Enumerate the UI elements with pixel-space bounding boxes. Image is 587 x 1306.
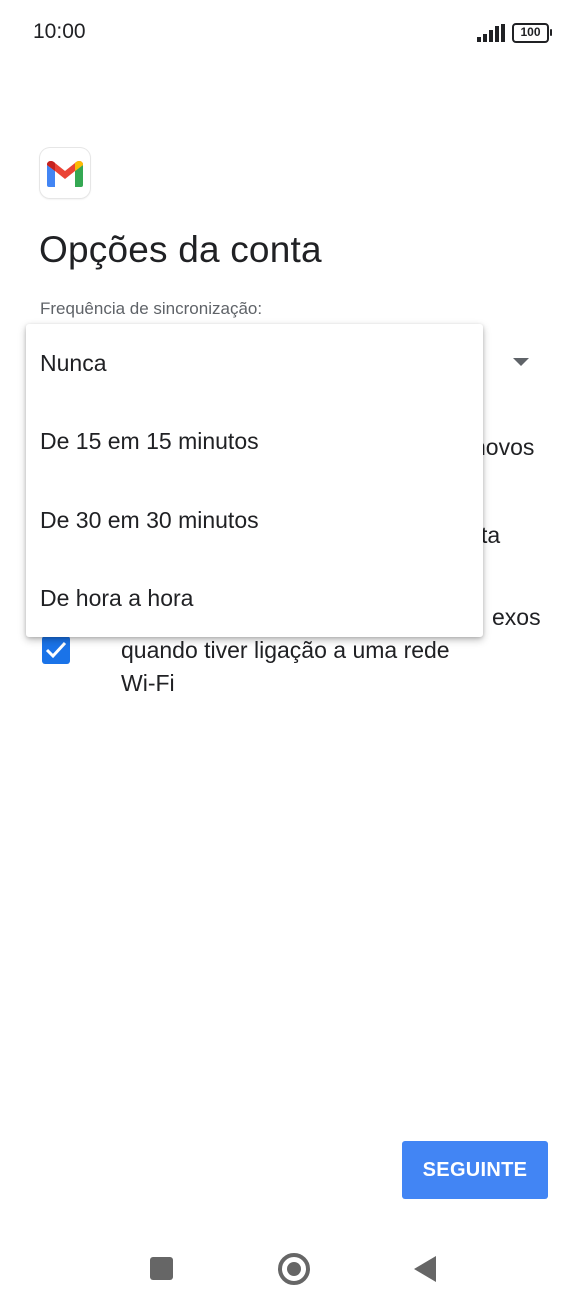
option-attachments-text-line2: quando tiver ligação a uma rede xyxy=(121,637,450,663)
menu-item-15-minutes[interactable]: De 15 em 15 minutos xyxy=(26,402,483,480)
sync-frequency-label: Frequência de sincronização: xyxy=(40,299,263,318)
status-time: 10:00 xyxy=(33,20,86,43)
menu-item-label: De 15 em 15 minutos xyxy=(40,427,259,454)
option-sync-text: ta xyxy=(481,522,501,548)
page-title: Opções da conta xyxy=(39,229,322,270)
menu-item-label: De 30 em 30 minutos xyxy=(40,506,259,533)
home-icon[interactable] xyxy=(278,1253,310,1285)
sync-frequency-menu: Nunca De 15 em 15 minutos De 30 em 30 mi… xyxy=(26,324,483,637)
navigation-bar xyxy=(0,1230,587,1306)
signal-icon xyxy=(477,24,505,42)
option-attachments-text-line3: Wi-Fi xyxy=(121,670,175,696)
battery-level: 100 xyxy=(520,25,541,39)
option-attachments-text-line1: exos xyxy=(492,604,541,630)
menu-item-never[interactable]: Nunca xyxy=(26,324,483,402)
menu-item-label: Nunca xyxy=(40,349,107,376)
gmail-logo-icon xyxy=(40,148,90,198)
menu-item-hourly[interactable]: De hora a hora xyxy=(26,559,483,637)
recents-icon[interactable] xyxy=(150,1257,173,1280)
screen: 10:00 100 Opções da conta Frequência de … xyxy=(0,0,587,1306)
next-button[interactable]: SEGUINTE xyxy=(402,1141,548,1199)
attachments-wifi-checkbox[interactable] xyxy=(42,636,70,664)
check-icon xyxy=(45,641,67,659)
dropdown-arrow-icon[interactable] xyxy=(513,358,529,366)
back-icon[interactable] xyxy=(414,1256,436,1282)
menu-item-30-minutes[interactable]: De 30 em 30 minutos xyxy=(26,481,483,559)
status-bar: 10:00 100 xyxy=(0,0,587,70)
menu-item-label: De hora a hora xyxy=(40,584,194,611)
battery-icon: 100 xyxy=(512,23,552,43)
